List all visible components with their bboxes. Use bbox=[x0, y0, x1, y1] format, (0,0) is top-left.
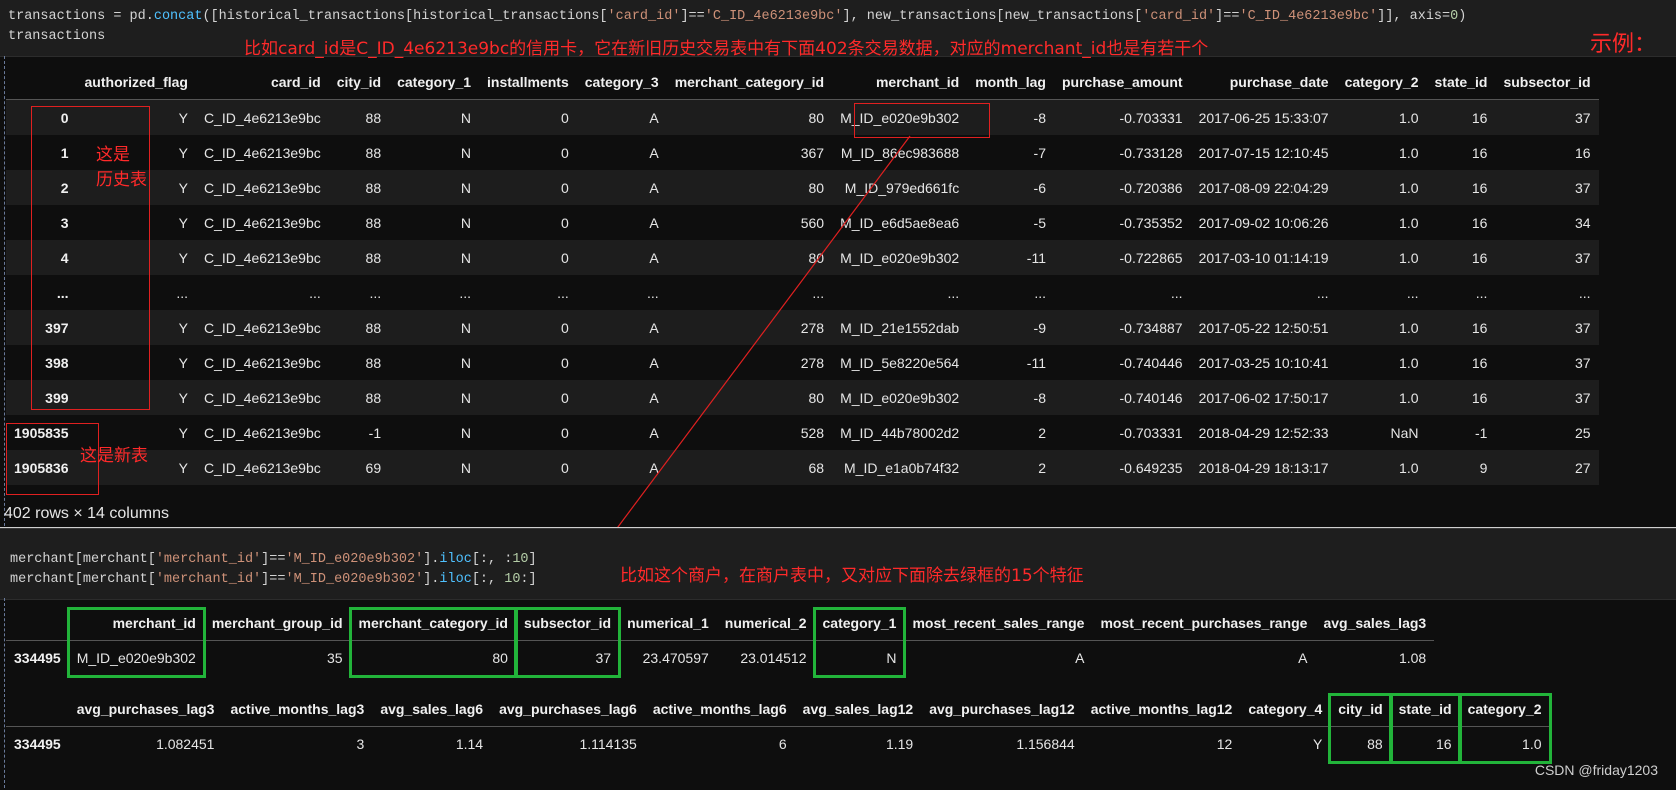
feature-highlight-box bbox=[1388, 693, 1462, 764]
column-header-avg-purchases-lag3: avg_purchases_lag3 bbox=[76, 701, 215, 717]
table-row: 334495 1.082451 3 1.14 1.114135 6 1.19 1.156844… bbox=[6, 727, 1550, 762]
code-line-iloc-rest: merchant[merchant['merchant_id']=='M_ID_… bbox=[10, 572, 537, 587]
table-cell: 3 bbox=[356, 736, 365, 752]
table-cell: 12 bbox=[1216, 736, 1233, 752]
arrow-line bbox=[593, 135, 911, 560]
table-cell: 23.470597 bbox=[642, 650, 709, 666]
index-header bbox=[6, 606, 69, 641]
feature-highlight-box bbox=[348, 607, 518, 678]
column-header-active-months-lag6: active_months_lag6 bbox=[652, 701, 787, 717]
table-cell: Y bbox=[1312, 736, 1323, 752]
code-line-iloc-first: merchant[merchant['merchant_id']=='M_ID_… bbox=[10, 552, 537, 567]
table-cell: 35 bbox=[326, 650, 343, 666]
column-header-merchant-group-id: merchant_group_id bbox=[211, 615, 343, 631]
column-header-most-recent-sales-range: most_recent_sales_range bbox=[912, 615, 1085, 631]
column-header-numerical-2: numerical_2 bbox=[724, 615, 807, 631]
feature-highlight-box bbox=[1328, 693, 1393, 764]
row-index: 334495 bbox=[14, 736, 61, 752]
row-index: 334495 bbox=[14, 650, 61, 666]
table-cell: 1.114135 bbox=[579, 736, 637, 752]
feature-highlight-box bbox=[513, 607, 622, 678]
cell-left-border-2 bbox=[4, 598, 5, 788]
table-cell: 1.19 bbox=[885, 736, 914, 752]
column-header-avg-purchases-lag12: avg_purchases_lag12 bbox=[929, 701, 1075, 717]
index-header bbox=[6, 692, 69, 727]
column-header-active-months-lag3: active_months_lag3 bbox=[230, 701, 365, 717]
table-cell: 6 bbox=[778, 736, 787, 752]
csdn-watermark: CSDN @friday1203 bbox=[1534, 762, 1658, 778]
column-header-avg-purchases-lag6: avg_purchases_lag6 bbox=[499, 701, 637, 717]
table-row: 334495 M_ID_e020e9b302 35 80 37 23.470597 23.0… bbox=[6, 641, 1434, 676]
table-cell: 1.156844 bbox=[1016, 736, 1075, 752]
table-header-row: merchant_id merchant_group_id merchant_cat… bbox=[6, 606, 1435, 641]
column-header-most-recent-purchases-range: most_recent_purchases_range bbox=[1100, 615, 1308, 631]
table-cell: A bbox=[1075, 650, 1085, 666]
table-cell: 1.14 bbox=[455, 736, 484, 752]
merchant-dataframe-part1: merchant_id merchant_group_id merchant_cat… bbox=[6, 606, 1435, 676]
column-header-avg-sales-lag6: avg_sales_lag6 bbox=[380, 701, 484, 717]
feature-highlight-box bbox=[1457, 693, 1552, 764]
column-header-numerical-1: numerical_1 bbox=[627, 615, 709, 631]
feature-highlight-box bbox=[812, 607, 907, 678]
column-header-category-4: category_4 bbox=[1248, 701, 1323, 717]
table-cell: A bbox=[1298, 650, 1308, 666]
table-cell: 1.08 bbox=[1398, 650, 1427, 666]
table-header-row: avg_purchases_lag3 active_months_lag3 avg_… bbox=[6, 692, 1550, 727]
table-cell: 23.014512 bbox=[740, 650, 807, 666]
merchant-annotation: 比如这个商户，在商户表中，又对应下面除去绿框的15个特征 bbox=[620, 566, 1084, 586]
merchant-dataframe-part2: avg_purchases_lag3 active_months_lag3 avg_… bbox=[6, 692, 1550, 761]
column-header-active-months-lag12: active_months_lag12 bbox=[1090, 701, 1233, 717]
column-header-avg-sales-lag3: avg_sales_lag3 bbox=[1323, 615, 1427, 631]
table-cell: 1.082451 bbox=[156, 736, 215, 752]
feature-highlight-box bbox=[66, 607, 206, 678]
column-header-avg-sales-lag12: avg_sales_lag12 bbox=[802, 701, 914, 717]
